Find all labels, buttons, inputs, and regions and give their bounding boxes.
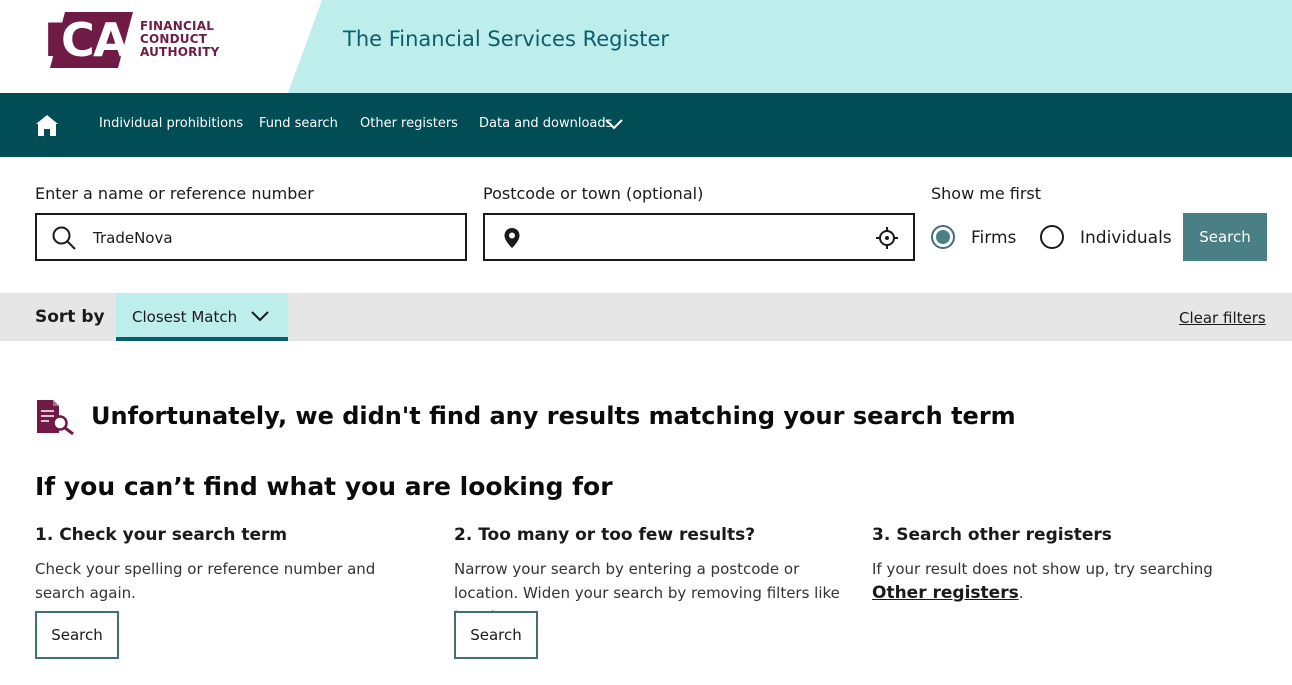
other-registers-link[interactable]: Other registers <box>872 583 1019 603</box>
sort-selected-value[interactable]: Closest Match <box>132 308 237 326</box>
tip-2-heading: 2. Too many or too few results? <box>454 525 756 545</box>
sort-label: Sort by <box>35 307 105 327</box>
radio-individuals-label[interactable]: Individuals <box>1080 228 1172 248</box>
svg-text:A: A <box>93 13 129 67</box>
tip-3-text-after: . <box>1018 584 1024 602</box>
nav-item-data-and-downloads[interactable]: Data and downloads <box>479 116 612 131</box>
show-first-label: Show me first <box>931 184 1042 203</box>
sort-dropdown[interactable]: Closest Match <box>116 293 288 341</box>
chevron-down-icon[interactable] <box>249 309 271 323</box>
name-search-value[interactable]: TradeNova <box>93 229 173 247</box>
search-button[interactable]: Search <box>1183 213 1267 261</box>
help-title: If you can’t find what you are looking f… <box>35 472 613 501</box>
tip-2-search-button[interactable]: Search <box>454 611 538 659</box>
radio-firms-label[interactable]: Firms <box>971 228 1016 248</box>
name-search-input[interactable]: TradeNova <box>35 213 467 261</box>
chevron-down-icon[interactable] <box>604 117 624 131</box>
tip-3-text-before: If your result does not show up, try sea… <box>872 560 1213 578</box>
nav-item-other-registers[interactable]: Other registers <box>360 116 458 131</box>
tip-3-heading: 3. Search other registers <box>872 525 1112 545</box>
tip-3-text: If your result does not show up, try sea… <box>872 557 1262 605</box>
nav-item-fund-search[interactable]: Fund search <box>259 116 338 131</box>
logo-line-3: AUTHORITY <box>140 45 220 59</box>
logo-text: FINANCIAL CONDUCT AUTHORITY <box>140 20 219 59</box>
search-icon <box>52 226 76 250</box>
tip-1-heading: 1. Check your search term <box>35 525 288 545</box>
sort-bar: Sort by Closest Match Clear filters <box>0 293 1292 341</box>
radio-firms[interactable] <box>931 225 955 249</box>
clear-filters-link[interactable]: Clear filters <box>1179 309 1266 327</box>
postcode-input[interactable] <box>483 213 915 261</box>
tip-1-text: Check your spelling or reference number … <box>35 560 376 602</box>
site-header: F C A FINANCIAL CONDUCT AUTHORITY The Fi… <box>0 0 1292 93</box>
site-title[interactable]: The Financial Services Register <box>343 27 669 51</box>
crosshair-locate-icon[interactable] <box>875 226 899 250</box>
location-pin-icon <box>504 228 520 248</box>
radio-individuals[interactable] <box>1040 225 1064 249</box>
tip-1-search-button[interactable]: Search <box>35 611 119 659</box>
home-icon[interactable] <box>35 114 59 136</box>
svg-text:C: C <box>61 13 95 67</box>
nav-item-individual-prohibitions[interactable]: Individual prohibitions <box>99 116 243 131</box>
no-results-message: Unfortunately, we didn't find any result… <box>91 402 1016 430</box>
name-label: Enter a name or reference number <box>35 184 314 203</box>
main-nav: Individual prohibitions Fund search Othe… <box>0 93 1292 157</box>
document-search-icon <box>37 400 74 435</box>
postcode-label: Postcode or town (optional) <box>483 184 704 203</box>
